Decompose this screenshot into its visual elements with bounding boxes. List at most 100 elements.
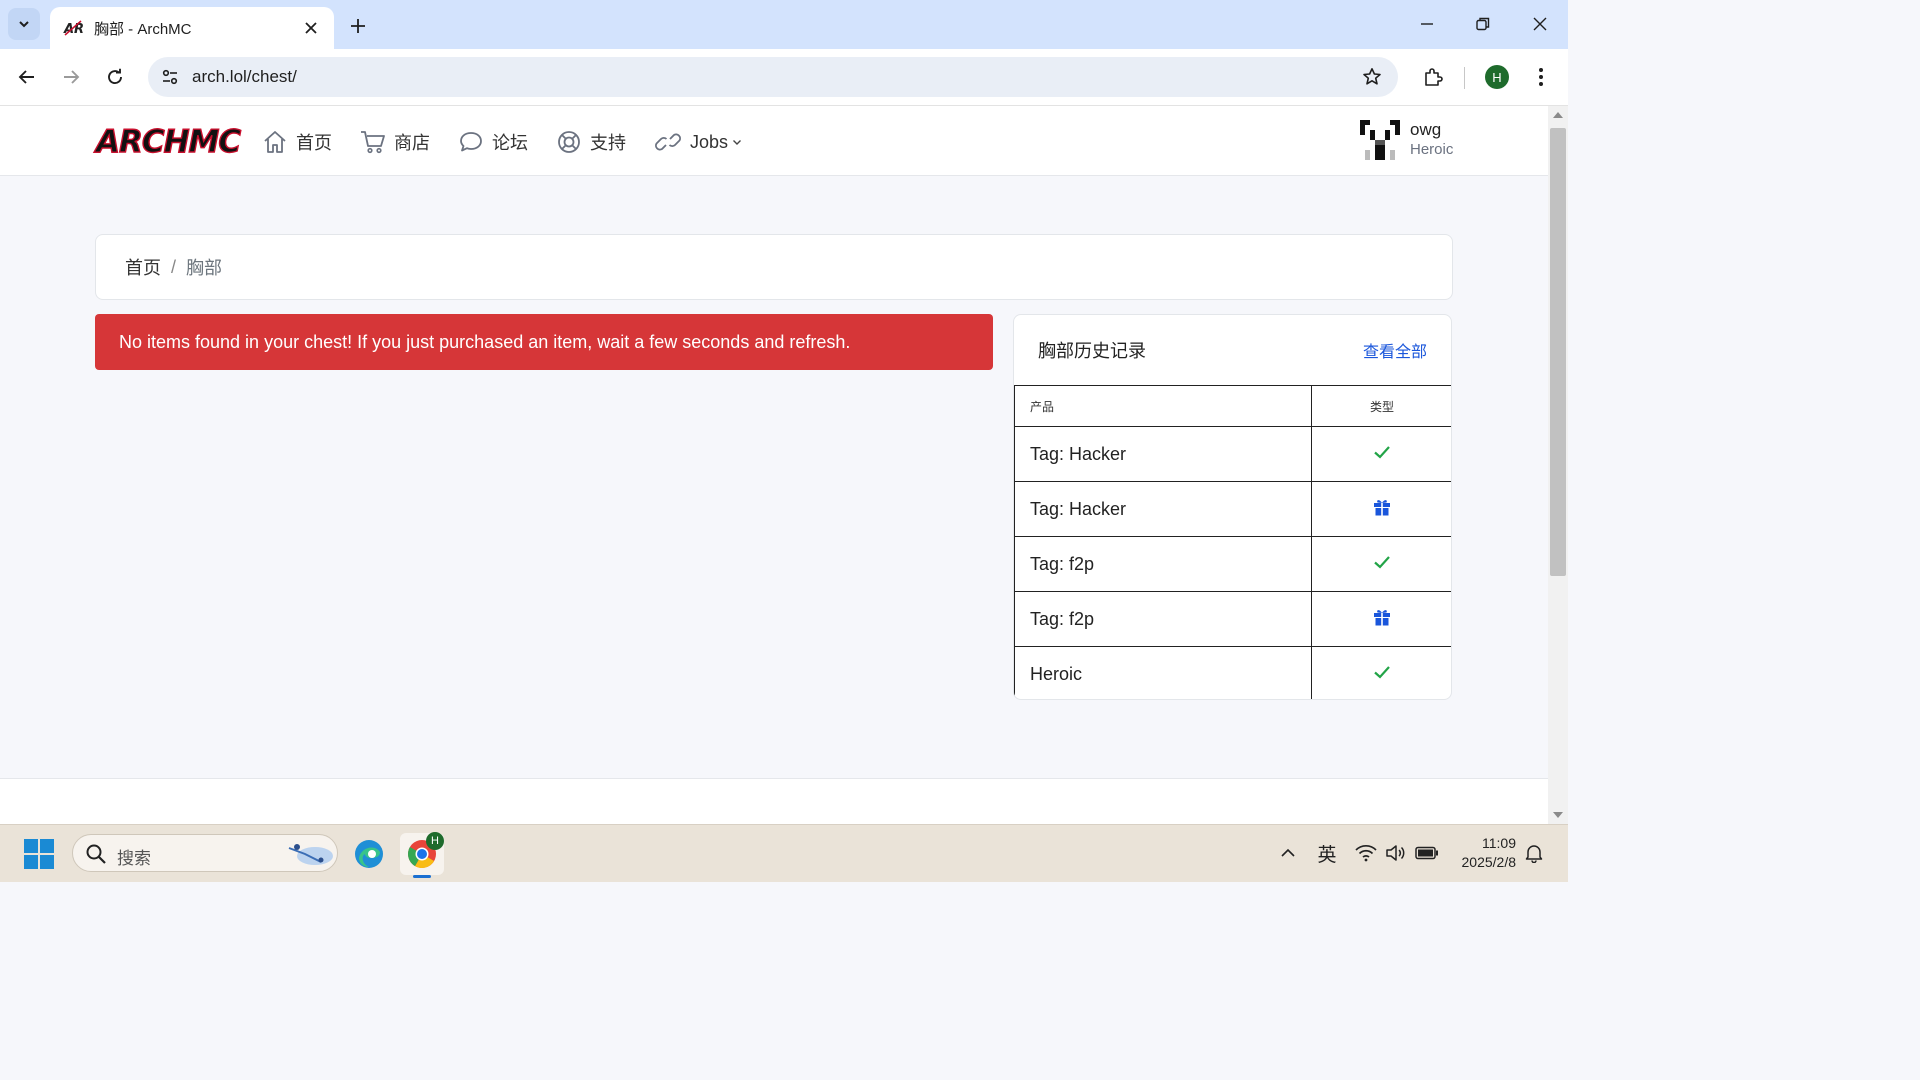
check-icon [1374,555,1390,569]
table-row: Tag: f2p [1014,591,1451,647]
windows-logo-icon [24,839,38,853]
table-row: Tag: Hacker [1014,481,1451,537]
notifications-button[interactable] [1522,839,1546,867]
address-bar[interactable]: arch.lol/chest/ [148,57,1398,97]
table-header-row: 产品 类型 [1014,385,1451,427]
alert-text: No items found in your chest! If you jus… [119,331,851,352]
nav-forum[interactable]: 论坛 [458,126,528,158]
tab-search-button[interactable] [8,8,40,40]
archmc-logo[interactable]: ARCHMC [95,123,242,160]
back-button[interactable] [11,61,43,93]
plus-icon [351,19,365,33]
nav-store[interactable]: 商店 [360,126,430,158]
breadcrumb-home-link[interactable]: 首页 [125,254,161,280]
extensions-button[interactable] [1417,61,1449,93]
tab-title: 胸部 - ArchMC [94,20,192,38]
url-text[interactable]: arch.lol/chest/ [192,67,297,87]
show-hidden-icons-button[interactable] [1278,839,1298,867]
new-tab-button[interactable] [344,12,372,40]
product-cell: Tag: Hacker [1014,481,1312,537]
link-icon [655,133,681,151]
chevron-down-icon [19,21,29,28]
forward-button[interactable] [55,61,87,93]
reload-button[interactable] [99,61,131,93]
check-icon [1374,445,1390,459]
windows-start-button[interactable] [24,839,54,869]
close-icon [305,22,317,34]
battery-icon [1415,846,1438,860]
table-row: Tag: f2p [1014,536,1451,592]
nav-home[interactable]: 首页 [262,126,332,158]
type-cell [1311,426,1451,482]
chest-history-card: 胸部历史记录 查看全部 产品 类型 Tag: Hacker Tag: Hacke… [1013,314,1452,700]
minimize-button[interactable] [1407,8,1447,40]
active-app-indicator [413,875,431,878]
user-rank: Heroic [1410,141,1454,158]
volume-button[interactable] [1384,839,1408,867]
menu-button[interactable] [1525,61,1557,93]
bell-icon [1525,845,1543,863]
wifi-icon [1355,844,1377,862]
user-name: owg [1410,120,1442,139]
reload-icon [108,68,122,85]
taskbar-edge-app[interactable] [347,833,391,875]
nav-forum-label: 论坛 [492,133,528,153]
archmc-favicon-icon: AR [62,17,84,39]
history-card-header: 胸部历史记录 查看全部 [1014,315,1451,385]
minimize-icon [1421,23,1433,25]
column-header-product: 产品 [1014,385,1312,427]
bookmark-button[interactable] [1360,65,1384,89]
volume-icon [1386,845,1405,861]
nav-support[interactable]: 支持 [556,126,626,158]
close-icon [1533,17,1547,31]
restore-button[interactable] [1463,8,1503,40]
close-window-button[interactable] [1520,8,1560,40]
scroll-up-arrow-icon[interactable] [1553,112,1563,118]
breadcrumb-separator: / [171,256,177,277]
breadcrumb-current: 胸部 [186,258,223,278]
site-info-button[interactable] [158,65,182,89]
more-vertical-icon [1539,68,1543,86]
history-title: 胸部历史记录 [1038,341,1146,361]
windows-logo-pane [40,839,54,853]
avatar [1360,120,1400,160]
browser-tab-bar: AR 胸部 - ArchMC [0,0,1568,49]
windows-logo-pane [24,855,38,869]
column-header-type: 类型 [1311,385,1451,427]
empty-chest-alert: No items found in your chest! If you jus… [95,314,993,370]
tab-close-button[interactable] [300,17,322,39]
arrow-right-icon [64,70,80,84]
scroll-down-arrow-icon[interactable] [1553,812,1563,818]
product-cell: Heroic [1014,646,1312,699]
chevron-up-icon [1281,848,1295,857]
nav-jobs[interactable]: Jobs [654,126,742,158]
taskbar-clock[interactable]: 11:09 2025/2/8 [1452,834,1517,872]
scrollbar-thumb[interactable] [1550,128,1566,576]
page-scrollbar[interactable] [1548,106,1568,824]
toolbar-divider [1464,67,1465,89]
edge-icon [355,840,383,868]
battery-button[interactable] [1414,839,1440,867]
table-row: Heroic [1014,646,1451,699]
browser-tab-active[interactable]: AR 胸部 - ArchMC [50,7,334,49]
restore-icon [1476,17,1490,31]
network-button[interactable] [1354,839,1378,867]
clock-date: 2025/2/8 [1461,854,1517,870]
chat-icon [460,132,482,152]
gift-icon [1374,609,1390,625]
chevron-down-icon [733,140,742,145]
puzzle-icon [1425,68,1443,86]
main-nav: 首页 商店 论坛 支持 Jobs [262,126,770,158]
type-cell [1311,481,1451,537]
view-all-link[interactable]: 查看全部 [1363,338,1427,362]
windows-taskbar: 搜索 H 英 11:09 2025/2/8 [0,824,1568,882]
windows-logo-pane [40,855,54,869]
taskbar-chrome-app[interactable]: H [400,832,444,875]
user-menu[interactable]: owg Heroic [1360,120,1453,160]
taskbar-search-placeholder: 搜索 [117,849,151,868]
profile-avatar[interactable]: H [1485,65,1509,89]
table-row: Tag: Hacker [1014,426,1451,482]
taskbar-search-box[interactable]: 搜索 [72,834,338,872]
chrome-profile-badge: H [426,832,444,850]
ime-indicator[interactable]: 英 [1314,839,1340,867]
